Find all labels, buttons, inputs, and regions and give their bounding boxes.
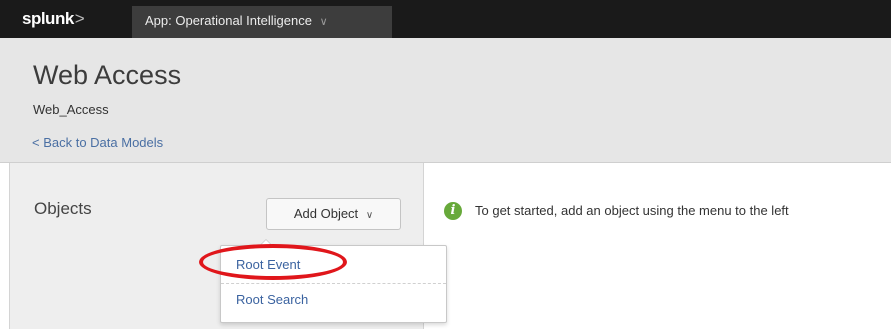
page-title: Web Access <box>33 60 182 90</box>
top-navigation-bar: splunk> App: Operational Intelligence ∨ <box>0 0 891 38</box>
app-menu[interactable]: App: Operational Intelligence ∨ <box>132 6 392 38</box>
menu-divider <box>221 283 446 284</box>
chevron-down-icon: ∨ <box>319 16 328 28</box>
add-object-button[interactable]: Add Object ∨ <box>266 198 401 230</box>
splunk-logo[interactable]: splunk> <box>22 9 85 29</box>
menu-item-root-event[interactable]: Root Event <box>221 250 446 280</box>
page-subtitle: Web_Access <box>33 102 109 117</box>
objects-heading: Objects <box>34 199 92 218</box>
chevron-down-icon: ∨ <box>365 210 374 221</box>
add-object-dropdown-menu: Root Event Root Search <box>220 239 447 323</box>
logo-chevron: > <box>74 9 85 28</box>
page-header: Web Access Web_Access < Back to Data Mod… <box>0 38 891 163</box>
app-menu-label: App: Operational Intelligence <box>145 13 312 28</box>
menu-item-root-search[interactable]: Root Search <box>221 285 446 315</box>
back-to-data-models-link[interactable]: < Back to Data Models <box>32 135 163 150</box>
logo-text: splunk <box>22 9 74 28</box>
info-icon: i <box>444 202 462 220</box>
info-message: To get started, add an object using the … <box>475 203 789 218</box>
add-object-label: Add Object <box>293 206 359 221</box>
